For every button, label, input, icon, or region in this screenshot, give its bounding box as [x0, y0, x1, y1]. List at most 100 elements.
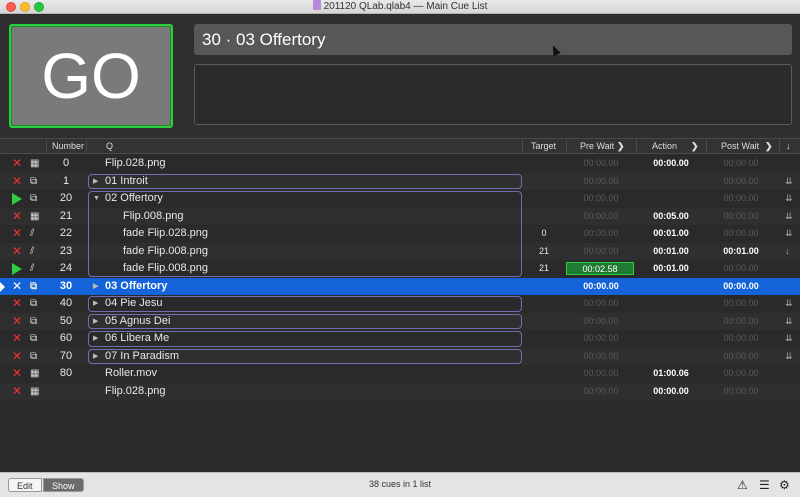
post-wait-value[interactable]: 00:00.00: [708, 173, 774, 191]
pre-wait-value[interactable]: 00:00.00: [566, 313, 636, 331]
action-value[interactable]: 00:00.00: [638, 155, 704, 173]
cue-row[interactable]: ✕ ▦ 80 Roller.mov 00:00.00 01:00.06 00:00.00: [0, 365, 800, 383]
post-wait-value[interactable]: 00:00.00: [708, 190, 774, 208]
cue-number[interactable]: 20: [46, 190, 86, 208]
cue-name[interactable]: 06 Libera Me: [105, 330, 169, 348]
cue-row[interactable]: ⫽ 24 fade Flip.008.png 21 00:02.58 00:01.00 00…: [0, 260, 800, 278]
pre-wait-value[interactable]: 00:00.00: [566, 190, 636, 208]
post-wait-value[interactable]: 00:00.00: [708, 155, 774, 173]
warning-icon[interactable]: ⚠: [737, 478, 748, 492]
cue-name[interactable]: 04 Pie Jesu: [105, 295, 162, 313]
cue-row[interactable]: ✕ ▦ Flip.028.png 00:00.00 00:00.00 00:00.00: [0, 382, 800, 401]
pre-wait-value[interactable]: 00:00.00: [566, 330, 636, 348]
action-value[interactable]: 00:00.00: [638, 383, 704, 401]
cue-name[interactable]: 03 Offertory: [105, 278, 167, 296]
auto-continue-icon[interactable]: ⇊: [785, 348, 793, 366]
cue-target[interactable]: 0: [522, 225, 566, 243]
column-pre-wait[interactable]: Pre Wait: [580, 141, 614, 151]
action-value[interactable]: 00:05.00: [638, 208, 704, 226]
cue-row[interactable]: ✕ ⧉ 60 ▶ 06 Libera Me 00:00.00 00:00.00 ⇊: [0, 330, 800, 348]
pre-wait-value[interactable]: 00:00.00: [566, 173, 636, 191]
pre-wait-value[interactable]: 00:00.00: [566, 278, 636, 296]
cue-row[interactable]: ✕ ⫽ 23 fade Flip.008.png 21 00:00.00 00:01.00 0…: [0, 242, 800, 261]
disclosure-closed-icon[interactable]: ▶: [93, 278, 98, 296]
disclosure-closed-icon[interactable]: ▶: [93, 348, 98, 366]
chevron-right-icon[interactable]: ❯: [765, 141, 773, 152]
cue-notes-field[interactable]: [194, 64, 792, 125]
disclosure-closed-icon[interactable]: ▶: [93, 330, 98, 348]
cue-target[interactable]: 21: [522, 243, 566, 261]
cue-number[interactable]: 80: [46, 365, 86, 383]
cue-number[interactable]: 23: [46, 243, 86, 261]
post-wait-value[interactable]: 00:00.00: [708, 225, 774, 243]
cue-name[interactable]: fade Flip.008.png: [123, 260, 208, 278]
chevron-right-icon[interactable]: ❯: [617, 141, 625, 152]
post-wait-value[interactable]: 00:00.00: [708, 313, 774, 331]
disclosure-closed-icon[interactable]: ▶: [93, 313, 98, 331]
auto-continue-icon[interactable]: ⇊: [785, 295, 793, 313]
post-wait-value[interactable]: 00:01.00: [708, 243, 774, 261]
auto-continue-icon[interactable]: ⇊: [785, 208, 793, 226]
pre-wait-value[interactable]: 00:00.00: [566, 243, 636, 261]
disclosure-closed-icon[interactable]: ▶: [93, 173, 98, 191]
auto-continue-icon[interactable]: ⇊: [785, 190, 793, 208]
column-q[interactable]: Q: [106, 141, 113, 151]
post-wait-value[interactable]: 00:00.00: [708, 208, 774, 226]
cue-name[interactable]: 05 Agnus Dei: [105, 313, 170, 331]
list-icon[interactable]: ☰: [759, 478, 770, 492]
cue-number[interactable]: 70: [46, 348, 86, 366]
cue-row[interactable]: ✕ ⧉ 70 ▶ 07 In Paradism 00:00.00 00:00.00 ⇊: [0, 347, 800, 366]
auto-continue-icon[interactable]: ⇊: [785, 225, 793, 243]
pre-wait-value[interactable]: 00:00.00: [566, 295, 636, 313]
cue-name[interactable]: 07 In Paradism: [105, 348, 179, 366]
disclosure-closed-icon[interactable]: ▶: [93, 295, 98, 313]
cue-row[interactable]: ✕ ▦ 21 Flip.008.png 00:00.00 00:05.00 00:00.00…: [0, 207, 800, 226]
cue-target[interactable]: 21: [522, 260, 566, 278]
cue-name[interactable]: Flip.008.png: [123, 208, 184, 226]
cue-number[interactable]: 21: [46, 208, 86, 226]
post-wait-value[interactable]: 00:00.00: [708, 278, 774, 296]
action-value[interactable]: 00:01.00: [638, 225, 704, 243]
pre-wait-value[interactable]: 00:00.00: [566, 383, 636, 401]
continue-mode-icon[interactable]: ↓: [786, 141, 791, 151]
cue-number[interactable]: 22: [46, 225, 86, 243]
pre-wait-value[interactable]: 00:00.00: [566, 225, 636, 243]
cue-name[interactable]: fade Flip.028.png: [123, 225, 208, 243]
cue-row[interactable]: ✕ ⧉ 40 ▶ 04 Pie Jesu 00:00.00 00:00.00 ⇊: [0, 295, 800, 313]
post-wait-value[interactable]: 00:00.00: [708, 383, 774, 401]
cue-name[interactable]: 01 Introit: [105, 173, 148, 191]
post-wait-value[interactable]: 00:00.00: [708, 260, 774, 278]
cue-number[interactable]: 60: [46, 330, 86, 348]
pre-wait-value[interactable]: 00:00.00: [566, 348, 636, 366]
cue-name[interactable]: Flip.028.png: [105, 383, 166, 401]
column-action[interactable]: Action: [652, 141, 677, 151]
cue-number[interactable]: 50: [46, 313, 86, 331]
auto-continue-icon[interactable]: ⇊: [785, 313, 793, 331]
pre-wait-value[interactable]: 00:00.00: [566, 208, 636, 226]
pre-wait-value[interactable]: 00:00.00: [566, 365, 636, 383]
auto-follow-icon[interactable]: ↓: [785, 243, 790, 261]
chevron-right-icon[interactable]: ❯: [691, 141, 699, 152]
auto-continue-icon[interactable]: ⇊: [785, 330, 793, 348]
cue-row[interactable]: ✕ ⧉ 50 ▶ 05 Agnus Dei 00:00.00 00:00.00 ⇊: [0, 312, 800, 331]
cue-name[interactable]: Roller.mov: [105, 365, 157, 383]
post-wait-value[interactable]: 00:00.00: [708, 365, 774, 383]
cue-row[interactable]: ✕ ⧉ 1 ▶ 01 Introit 00:00.00 00:00.00 ⇊: [0, 172, 800, 191]
cue-number[interactable]: 24: [46, 260, 86, 278]
cue-row[interactable]: ✕ ▦ 0 Flip.028.png 00:00.00 00:00.00 00:00.00: [0, 155, 800, 173]
column-post-wait[interactable]: Post Wait: [721, 141, 759, 151]
cue-name[interactable]: 02 Offertory: [105, 190, 163, 208]
action-value[interactable]: 01:00.06: [638, 365, 704, 383]
pre-wait-value[interactable]: 00:00.00: [566, 155, 636, 173]
post-wait-value[interactable]: 00:00.00: [708, 330, 774, 348]
cue-name[interactable]: fade Flip.008.png: [123, 243, 208, 261]
action-value[interactable]: 00:01.00: [638, 243, 704, 261]
cue-number[interactable]: 0: [46, 155, 86, 173]
cue-number[interactable]: 30: [46, 278, 86, 296]
column-number[interactable]: Number: [52, 141, 84, 151]
cue-name[interactable]: Flip.028.png: [105, 155, 166, 173]
post-wait-value[interactable]: 00:00.00: [708, 348, 774, 366]
cue-number[interactable]: 40: [46, 295, 86, 313]
post-wait-value[interactable]: 00:00.00: [708, 295, 774, 313]
auto-continue-icon[interactable]: ⇊: [785, 173, 793, 191]
